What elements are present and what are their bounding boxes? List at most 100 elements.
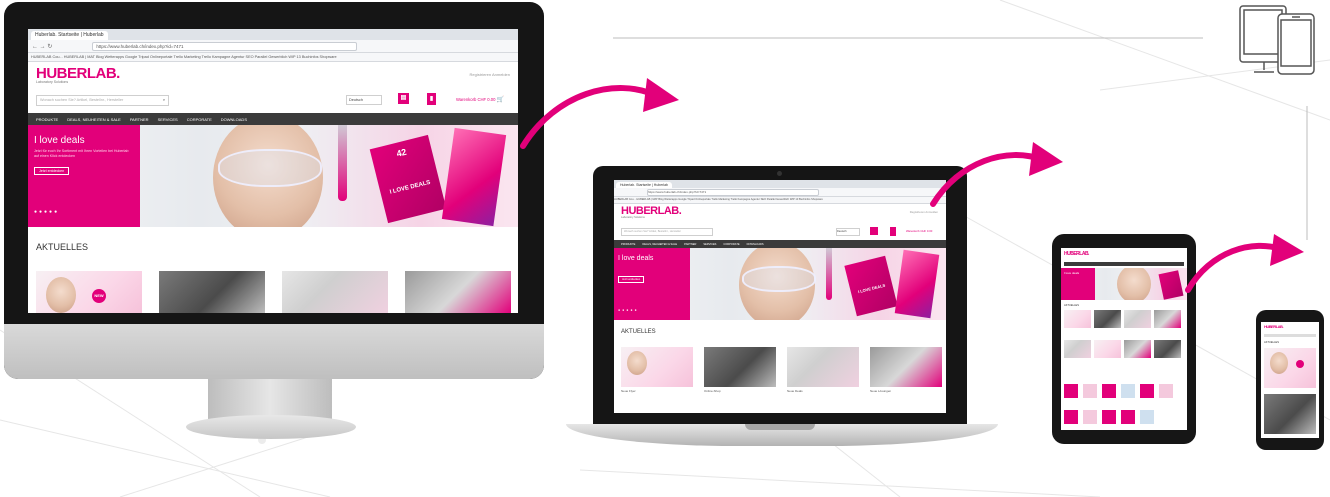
tablet-thumb-5[interactable] xyxy=(1064,340,1091,358)
tablet-tile-8[interactable] xyxy=(1083,410,1097,424)
laptop-promo-panel: I love deals Jetzt entdecken ●●●●● xyxy=(614,248,690,320)
laptop-nav-services[interactable]: SERVICES xyxy=(703,243,716,246)
phone-site-logo[interactable]: HUBERLAB. xyxy=(1264,325,1284,329)
laptop-section-title: AKTUELLES xyxy=(621,329,656,335)
phone-thumb-2[interactable] xyxy=(1264,394,1316,434)
tablet-thumb-1[interactable] xyxy=(1064,310,1091,328)
tablet-screen: HUBERLAB. I love deals AKTUELLES xyxy=(1061,248,1187,430)
laptop-thumb-label-3: Neue Deals xyxy=(787,389,803,393)
tablet-tile-1[interactable] xyxy=(1064,384,1078,398)
tablet-tile-6[interactable] xyxy=(1159,384,1173,398)
hero-test-tube xyxy=(338,125,347,201)
browser-tab[interactable]: Huberlab. Startseite | Huberlab xyxy=(31,31,108,40)
slider-dots[interactable]: ●●●●● xyxy=(34,209,59,215)
phone-thumb-1[interactable] xyxy=(1264,348,1316,388)
laptop-address-bar[interactable]: https://www.huberlab.ch/index.php?id=747… xyxy=(647,188,819,196)
notepad-icon[interactable]: ▤ xyxy=(398,93,409,104)
news-thumbnail-4[interactable] xyxy=(405,271,511,313)
laptop-nav-deals[interactable]: DEALS, NEUHEITEN & SALE xyxy=(642,243,677,246)
language-select[interactable]: Deutsch xyxy=(346,95,382,105)
browser-tabbar: Huberlab. Startseite | Huberlab xyxy=(28,29,518,40)
news-thumbnail-1[interactable]: NEW xyxy=(36,271,142,313)
laptop-cart-button[interactable]: Warenkorb CHF 0.00 xyxy=(906,229,932,233)
monitor-chin xyxy=(4,324,544,379)
nav-item-downloads[interactable]: DOWNLOADS xyxy=(221,117,247,122)
tablet-hero-banner: I love deals xyxy=(1061,268,1187,300)
promo-text: Jetzt für euch Ihr Sortiment mit Ihren V… xyxy=(34,149,129,158)
laptop-navigation: PRODUKTE DEALS, NEUHEITEN & SALE PARTNER… xyxy=(614,240,946,248)
tablet-thumb-4[interactable] xyxy=(1154,310,1181,328)
tablet-tile-7[interactable] xyxy=(1064,410,1078,424)
tablet-thumb-7[interactable] xyxy=(1124,340,1151,358)
laptop-thumb-label-1: Neue Flyer xyxy=(621,389,636,393)
promo-button[interactable]: Jetzt entdecken xyxy=(34,167,70,175)
laptop-catalog-icon[interactable] xyxy=(890,227,896,236)
tablet-thumb-8[interactable] xyxy=(1154,340,1181,358)
responsive-devices-icon xyxy=(1239,5,1315,75)
laptop-tabbar: Huberlab. Startseite | Huberlab xyxy=(614,180,946,188)
laptop-nav-downloads[interactable]: DOWNLOADS xyxy=(747,243,764,246)
arrow-monitor-to-laptop xyxy=(520,78,679,149)
laptop-site-logo[interactable]: HUBERLAB. Laboratory Solutions xyxy=(621,206,682,220)
tablet-tile-3[interactable] xyxy=(1102,384,1116,398)
tablet-thumb-2[interactable] xyxy=(1094,310,1121,328)
arrow-laptop-to-tablet xyxy=(930,142,1063,207)
laptop-news-thumbnail-3[interactable] xyxy=(787,347,859,387)
tablet-tile-5[interactable] xyxy=(1140,384,1154,398)
laptop-promo-button[interactable]: Jetzt entdecken xyxy=(618,276,645,283)
tablet-tile-10[interactable] xyxy=(1121,410,1135,424)
new-badge: NEW xyxy=(92,289,106,303)
account-links[interactable]: Registrieren Anmelden xyxy=(470,72,510,77)
nav-item-corporate[interactable]: CORPORATE xyxy=(187,117,212,122)
tablet-thumb-6[interactable] xyxy=(1094,340,1121,358)
tablet-tile-9[interactable] xyxy=(1102,410,1116,424)
nav-item-services[interactable]: SERVICES xyxy=(158,117,178,122)
section-title-aktuelles: AKTUELLES xyxy=(36,242,89,252)
tablet-site-logo[interactable]: HUBERLAB. xyxy=(1064,252,1089,257)
laptop-thumb-label-4: Neue Lösungen xyxy=(870,389,892,393)
phone-screen: HUBERLAB. AKTUELLES xyxy=(1261,322,1319,438)
laptop-language-select[interactable]: Deutsch xyxy=(836,228,860,236)
laptop-notch xyxy=(745,424,815,430)
laptop-news-thumbnail-2[interactable] xyxy=(704,347,776,387)
address-bar[interactable]: https://www.huberlab.ch/index.php?id=747… xyxy=(92,41,358,51)
hero-flyer: 42 I LOVE DEALS xyxy=(369,134,447,224)
laptop-nav-partner[interactable]: PARTNER xyxy=(684,243,696,246)
tablet-tile-4[interactable] xyxy=(1121,384,1135,398)
arrow-tablet-to-phone xyxy=(1185,234,1304,293)
laptop-search-input[interactable]: Wonach suchen Sie? Artikel, Bestellnr., … xyxy=(621,228,713,236)
laptop-news-thumbnail-4[interactable] xyxy=(870,347,942,387)
laptop-bookmarks-bar: HUBERLAB Cou... HUBERLAB | MAT Blog Wett… xyxy=(614,197,946,204)
main-navigation: PRODUKTE DEALS, NEUHEITEN & SALE PARTNER… xyxy=(28,113,518,125)
search-icon[interactable]: ⌕ xyxy=(163,96,165,105)
laptop-nav-corporate[interactable]: CORPORATE xyxy=(723,243,739,246)
cart-button[interactable]: Warenkorb CHF 0.00 🛒 xyxy=(456,96,504,103)
news-thumbnail-3[interactable] xyxy=(282,271,388,313)
search-input[interactable]: Wonach suchen Sie? Artikel, Bestellnr., … xyxy=(36,95,169,106)
nav-item-deals[interactable]: DEALS, NEUHEITEN & SALE xyxy=(67,117,121,122)
tablet-tile-11[interactable] xyxy=(1140,410,1154,424)
hero-goggles xyxy=(218,149,322,187)
back-icon[interactable]: ← → ↻ xyxy=(32,43,52,50)
nav-item-produkte[interactable]: PRODUKTE xyxy=(36,117,58,122)
tablet-promo-title: I love deals xyxy=(1064,271,1080,275)
laptop-notepad-icon[interactable] xyxy=(870,227,878,235)
news-thumbnail-2[interactable] xyxy=(159,271,265,313)
hero-flyer-secondary xyxy=(441,127,507,227)
cart-icon: 🛒 xyxy=(496,97,505,103)
phone-icon-row xyxy=(1264,334,1316,337)
laptop-browser-toolbar: https://www.huberlab.ch/index.php?id=747… xyxy=(614,188,946,197)
catalog-icon[interactable]: ▮ xyxy=(427,93,436,105)
site-logo[interactable]: HUBERLAB. Laboratory Solutions xyxy=(36,66,120,85)
laptop-hero-banner: I LOVE DEALS I love deals Jetzt entdecke… xyxy=(614,248,946,320)
tablet-thumb-3[interactable] xyxy=(1124,310,1151,328)
laptop-news-thumbnail-1[interactable] xyxy=(621,347,693,387)
laptop-browser-tab[interactable]: Huberlab. Startseite | Huberlab xyxy=(616,182,672,188)
laptop-nav-produkte[interactable]: PRODUKTE xyxy=(621,243,635,246)
monitor-screen: Huberlab. Startseite | Huberlab ← → ↻ ht… xyxy=(28,29,518,313)
monitor-stand xyxy=(208,379,332,419)
nav-item-partner[interactable]: PARTNER xyxy=(130,117,149,122)
tablet-tile-2[interactable] xyxy=(1083,384,1097,398)
laptop-account-links[interactable]: Registrieren Anmelden xyxy=(910,210,938,214)
monitor-foot xyxy=(186,415,356,439)
